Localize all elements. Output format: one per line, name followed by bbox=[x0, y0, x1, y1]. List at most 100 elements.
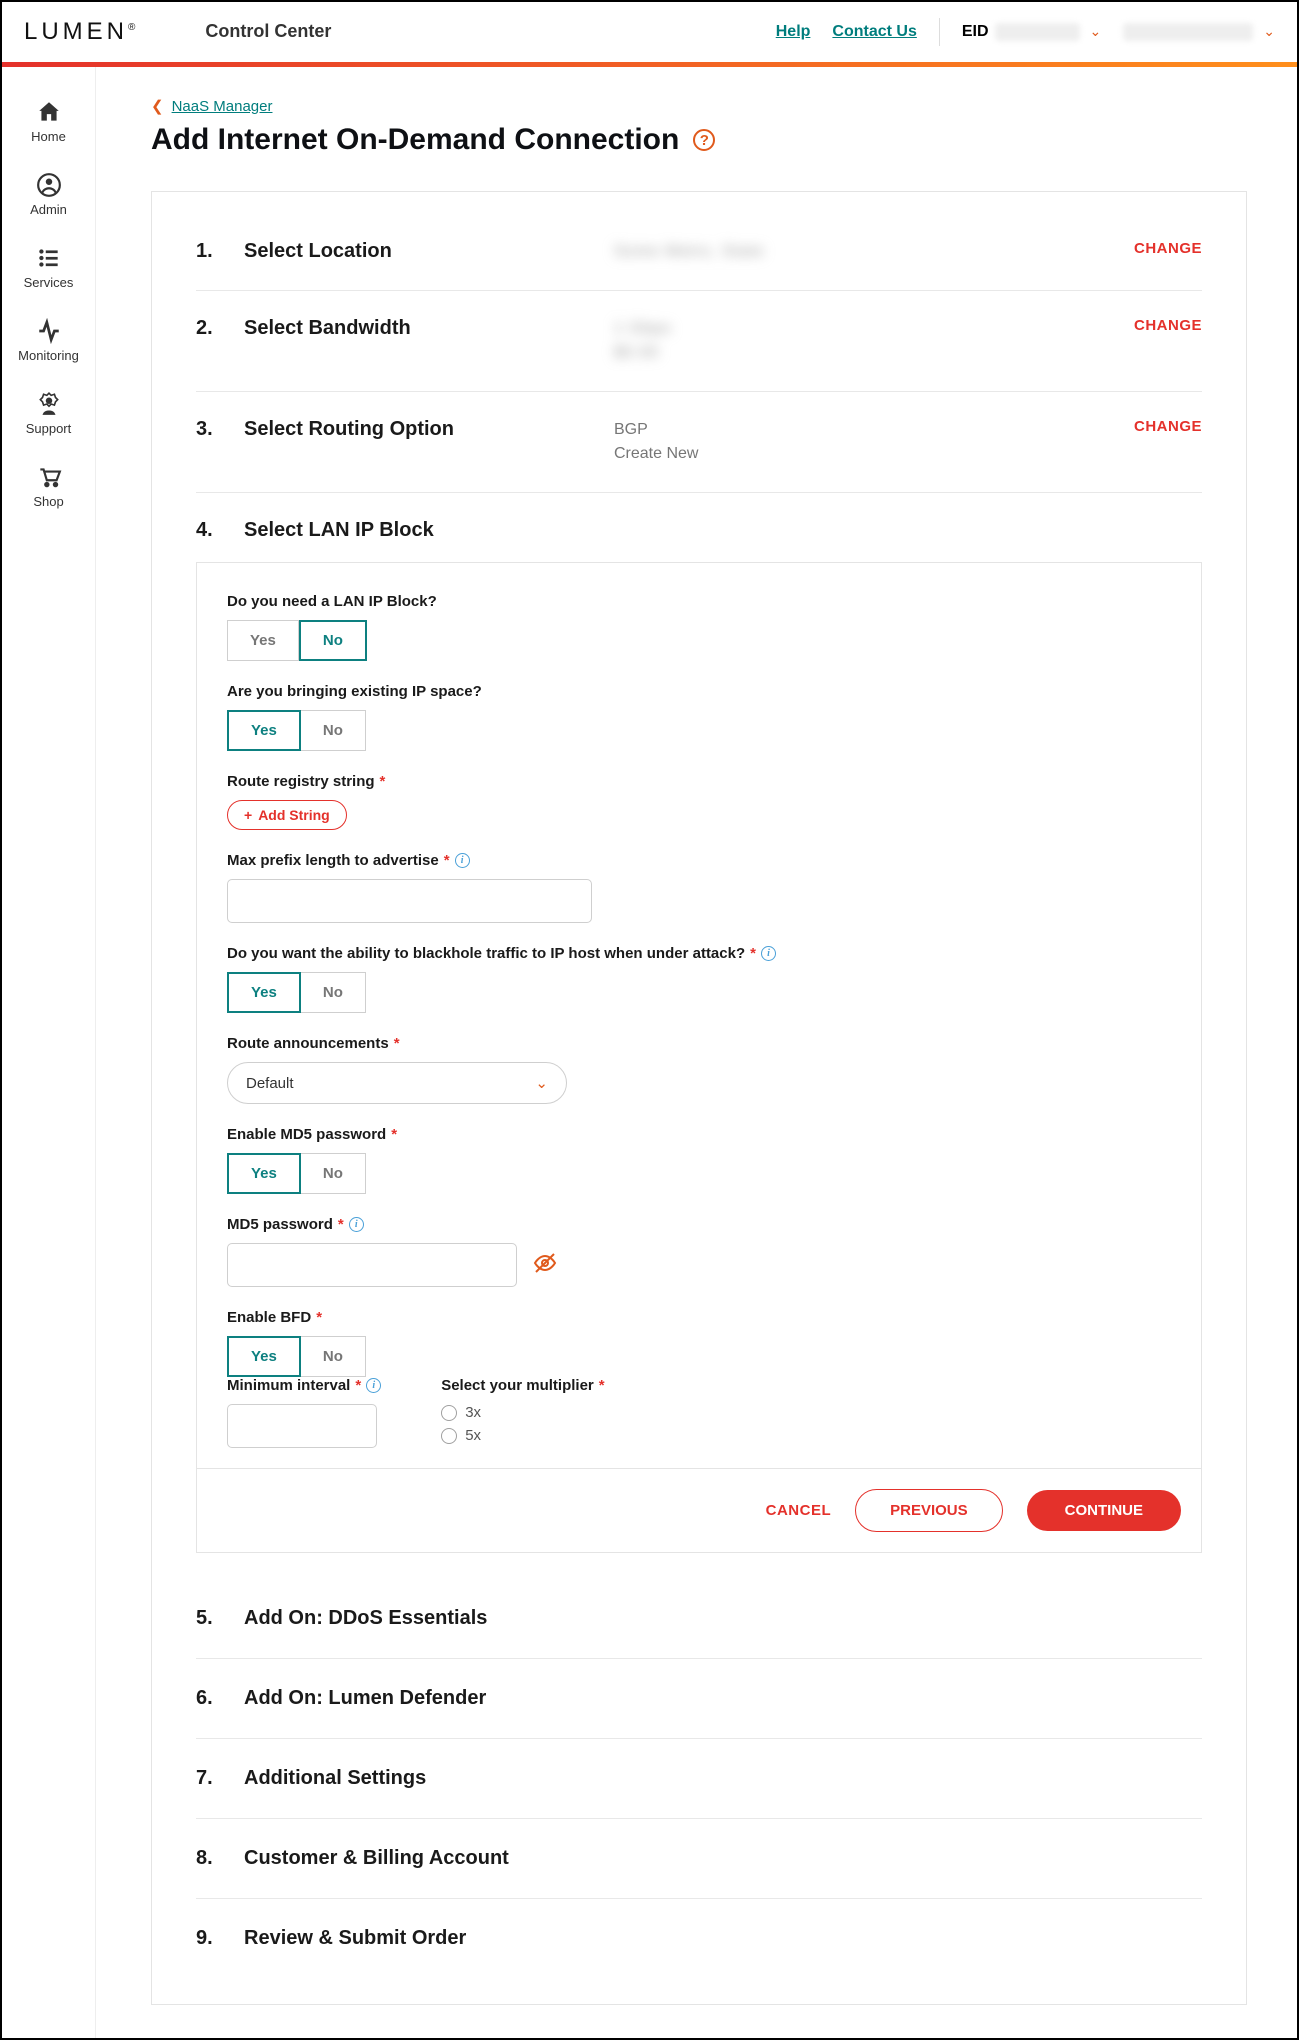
route-announcements-select[interactable]: Default ⌄ bbox=[227, 1062, 567, 1104]
nav-home[interactable]: Home bbox=[2, 85, 95, 158]
radio-icon bbox=[441, 1405, 457, 1421]
toggle-bring-ip: Yes No bbox=[227, 710, 366, 751]
step-number: 4. bbox=[196, 519, 244, 542]
label-text: Select your multiplier bbox=[441, 1377, 594, 1394]
label-text: Minimum interval bbox=[227, 1377, 350, 1394]
contact-link[interactable]: Contact Us bbox=[832, 23, 916, 41]
step-value: BGP Create New bbox=[614, 418, 1082, 466]
activity-icon bbox=[36, 318, 62, 344]
label-text: MD5 password bbox=[227, 1216, 333, 1233]
info-icon[interactable]: i bbox=[366, 1378, 381, 1393]
nav-label: Shop bbox=[33, 494, 63, 509]
previous-button[interactable]: PREVIOUS bbox=[855, 1489, 1003, 1532]
change-button[interactable]: CHANGE bbox=[1082, 317, 1202, 334]
step-title: Review & Submit Order bbox=[244, 1927, 1202, 1950]
label-text: Route announcements bbox=[227, 1035, 389, 1052]
info-icon[interactable]: i bbox=[455, 853, 470, 868]
multiplier-option-5x[interactable]: 5x bbox=[441, 1427, 604, 1444]
step-value: Some Metro, State bbox=[614, 240, 1082, 264]
multiplier-option-3x[interactable]: 3x bbox=[441, 1404, 604, 1421]
blackhole-no[interactable]: No bbox=[301, 972, 366, 1013]
page-title-text: Add Internet On-Demand Connection bbox=[151, 123, 679, 157]
step-row-review[interactable]: 9. Review & Submit Order bbox=[196, 1899, 1202, 1978]
field-label-md5-password: MD5 password* i bbox=[227, 1216, 1171, 1233]
field-label-min-interval: Minimum interval* i bbox=[227, 1377, 381, 1394]
bfd-no[interactable]: No bbox=[301, 1336, 366, 1377]
need-lan-no[interactable]: No bbox=[299, 620, 367, 661]
info-icon[interactable]: i bbox=[349, 1217, 364, 1232]
wizard-card: 1. Select Location Some Metro, State CHA… bbox=[151, 191, 1247, 2005]
step-title: Select LAN IP Block bbox=[244, 519, 614, 542]
nav-label: Home bbox=[31, 129, 66, 144]
md5-yes[interactable]: Yes bbox=[227, 1153, 301, 1194]
field-label-max-prefix: Max prefix length to advertise* i bbox=[227, 852, 1171, 869]
nav-support[interactable]: Support bbox=[2, 377, 95, 450]
app-header: LUMEN Control Center Help Contact Us EID… bbox=[2, 2, 1297, 62]
max-prefix-input[interactable] bbox=[227, 879, 592, 923]
label-text: Enable MD5 password bbox=[227, 1126, 386, 1143]
label-text: Enable BFD bbox=[227, 1309, 311, 1326]
help-circle-icon[interactable]: ? bbox=[693, 129, 715, 151]
continue-button[interactable]: CONTINUE bbox=[1027, 1490, 1181, 1531]
step-title: Select Bandwidth bbox=[244, 317, 614, 340]
bring-ip-no[interactable]: No bbox=[301, 710, 366, 751]
md5-no[interactable]: No bbox=[301, 1153, 366, 1194]
step-title: Customer & Billing Account bbox=[244, 1847, 1202, 1870]
step-number: 3. bbox=[196, 418, 244, 441]
step-number: 8. bbox=[196, 1847, 244, 1870]
header-right: Help Contact Us EID ⌄ ⌄ bbox=[776, 18, 1275, 46]
label-text: Do you want the ability to blackhole tra… bbox=[227, 945, 745, 962]
toggle-blackhole: Yes No bbox=[227, 972, 366, 1013]
nav-label: Admin bbox=[30, 202, 67, 217]
separator bbox=[939, 18, 940, 46]
field-label-route-registry: Route registry string* bbox=[227, 773, 1171, 790]
help-link[interactable]: Help bbox=[776, 23, 811, 41]
lumen-logo: LUMEN bbox=[24, 18, 135, 46]
change-button[interactable]: CHANGE bbox=[1082, 418, 1202, 435]
toggle-bfd: Yes No bbox=[227, 1336, 366, 1377]
need-lan-yes[interactable]: Yes bbox=[227, 620, 299, 661]
info-icon[interactable]: i bbox=[761, 946, 776, 961]
radio-label: 5x bbox=[465, 1427, 481, 1444]
step-value: 1 Gbps$0.00 bbox=[614, 317, 1082, 365]
home-icon bbox=[36, 99, 62, 125]
user-value-redacted bbox=[1123, 23, 1253, 41]
nav-monitoring[interactable]: Monitoring bbox=[2, 304, 95, 377]
eid-menu[interactable]: EID ⌄ bbox=[962, 23, 1101, 41]
step-row-lan-ip: 4. Select LAN IP Block bbox=[196, 493, 1202, 556]
nav-admin[interactable]: Admin bbox=[2, 158, 95, 231]
step-row-defender[interactable]: 6. Add On: Lumen Defender bbox=[196, 1659, 1202, 1739]
toggle-md5: Yes No bbox=[227, 1153, 366, 1194]
step-number: 5. bbox=[196, 1607, 244, 1630]
bring-ip-yes[interactable]: Yes bbox=[227, 710, 301, 751]
eye-off-icon[interactable] bbox=[533, 1251, 557, 1280]
step-row-routing: 3. Select Routing Option BGP Create New … bbox=[196, 392, 1202, 493]
step-row-ddos[interactable]: 5. Add On: DDoS Essentials bbox=[196, 1579, 1202, 1659]
nav-shop[interactable]: Shop bbox=[2, 450, 95, 523]
cancel-button[interactable]: CANCEL bbox=[766, 1502, 832, 1519]
page-title: Add Internet On-Demand Connection ? bbox=[151, 123, 1247, 157]
change-button[interactable]: CHANGE bbox=[1082, 240, 1202, 257]
nav-services[interactable]: Services bbox=[2, 231, 95, 304]
step-row-billing[interactable]: 8. Customer & Billing Account bbox=[196, 1819, 1202, 1899]
routing-value-1: BGP bbox=[614, 418, 1082, 442]
add-string-button[interactable]: + Add String bbox=[227, 800, 347, 830]
step-row-additional[interactable]: 7. Additional Settings bbox=[196, 1739, 1202, 1819]
radio-icon bbox=[441, 1428, 457, 1444]
chevron-down-icon: ⌄ bbox=[1263, 23, 1275, 40]
button-label: Add String bbox=[258, 807, 330, 823]
routing-value-2: Create New bbox=[614, 442, 1082, 466]
field-label-bfd: Enable BFD* bbox=[227, 1309, 1171, 1326]
bfd-yes[interactable]: Yes bbox=[227, 1336, 301, 1377]
step-title: Select Location bbox=[244, 240, 614, 263]
blackhole-yes[interactable]: Yes bbox=[227, 972, 301, 1013]
user-menu[interactable]: ⌄ bbox=[1123, 23, 1275, 41]
md5-password-input[interactable] bbox=[227, 1243, 517, 1287]
lan-ip-panel: Do you need a LAN IP Block? Yes No Are y… bbox=[196, 562, 1202, 1553]
chevron-down-icon: ⌄ bbox=[535, 1074, 548, 1092]
toggle-need-lan: Yes No bbox=[227, 620, 367, 661]
step-title: Add On: Lumen Defender bbox=[244, 1687, 1202, 1710]
breadcrumb-link[interactable]: NaaS Manager bbox=[172, 98, 273, 115]
main-content: ❮ NaaS Manager Add Internet On-Demand Co… bbox=[96, 67, 1297, 2038]
min-interval-input[interactable] bbox=[227, 1404, 377, 1448]
